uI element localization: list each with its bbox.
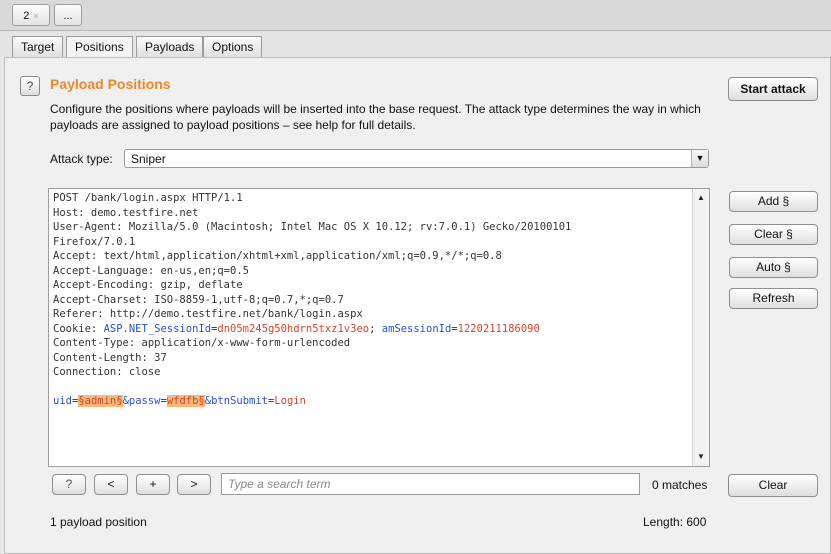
description: Configure the positions where payloads w… — [50, 102, 701, 132]
attack-type-value: Sniper — [131, 152, 166, 166]
start-attack-label: Start attack — [740, 82, 806, 96]
page-title: Payload Positions — [50, 76, 171, 92]
previous-icon: < — [107, 477, 115, 491]
request-line: Content-Length: 37 — [53, 351, 167, 364]
search-help-button[interactable]: ? — [52, 474, 86, 495]
refresh-label: Refresh — [752, 291, 795, 305]
request-text[interactable]: POST /bank/login.aspx HTTP/1.1 Host: dem… — [53, 191, 571, 409]
tab-options-label: Options — [212, 40, 254, 54]
next-match-button[interactable]: > — [177, 474, 211, 495]
search-input[interactable] — [221, 473, 640, 495]
param-name: uid — [53, 395, 72, 407]
attack-type-label: Attack type: — [50, 152, 113, 166]
add-marker-button[interactable]: Add § — [729, 191, 818, 212]
chevron-down-icon[interactable]: ▼ — [691, 150, 708, 167]
close-icon[interactable]: × — [33, 11, 38, 21]
help-icon: ? — [26, 79, 34, 93]
request-editor[interactable]: POST /bank/login.aspx HTTP/1.1 Host: dem… — [48, 188, 710, 467]
request-line: Accept-Language: en-us,en;q=0.5 — [53, 264, 249, 277]
sub-tab-bar: Target Positions Payloads Options — [0, 31, 831, 58]
request-line: Accept: text/html,application/xhtml+xml,… — [53, 250, 502, 262]
request-line: Content-Type: application/x-www-form-url… — [53, 337, 351, 349]
scroll-up-icon[interactable]: ▲ — [693, 191, 709, 205]
tab-target-label: Target — [21, 40, 55, 54]
tab-payloads[interactable]: Payloads — [136, 36, 204, 57]
tab-positions[interactable]: Positions — [66, 36, 133, 58]
request-line: Host: demo.testfire.net — [53, 206, 199, 219]
plus-icon: + — [149, 477, 157, 491]
request-line: Firefox/7.0.1 — [53, 235, 136, 248]
tab-more-label: ... — [63, 10, 73, 22]
refresh-button[interactable]: Refresh — [729, 288, 818, 309]
help-icon: ? — [65, 477, 73, 491]
request-line: Referer: http://demo.testfire.net/bank/l… — [53, 308, 363, 320]
tab-positions-label: Positions — [75, 40, 124, 54]
tab-more[interactable]: ... — [54, 4, 82, 26]
match-count: 0 matches — [652, 478, 708, 492]
tab-options[interactable]: Options — [203, 36, 263, 57]
request-line: Accept-Charset: ISO-8859-1,utf-8;q=0.7,*… — [53, 293, 344, 306]
param-name: &btnSubmit — [204, 395, 268, 407]
clear-search-label: Clear — [758, 478, 788, 492]
add-marker-label: Add § — [757, 194, 790, 208]
start-attack-button[interactable]: Start attack — [728, 77, 818, 101]
cookie-prefix: Cookie: — [53, 322, 104, 335]
request-line: POST /bank/login.aspx HTTP/1.1 — [53, 192, 243, 204]
payload-marker: wfdfb§ — [166, 395, 205, 407]
tab-2-label: 2 — [23, 10, 30, 22]
clear-markers-label: Clear § — [754, 227, 793, 241]
clear-markers-button[interactable]: Clear § — [729, 224, 818, 245]
top-tab-bar: 2 × ... — [0, 0, 831, 31]
tab-2[interactable]: 2 × — [12, 4, 50, 26]
tab-payloads-label: Payloads — [145, 40, 195, 54]
payload-marker: §admin§ — [78, 395, 123, 407]
tab-target[interactable]: Target — [12, 36, 64, 57]
request-length: Length: 600 — [643, 515, 707, 529]
param-value: Login — [274, 395, 306, 407]
auto-marker-button[interactable]: Auto § — [729, 257, 818, 278]
cookie-separator: ; — [369, 322, 382, 335]
help-button[interactable]: ? — [20, 76, 40, 96]
cookie-name: amSessionId — [381, 322, 452, 335]
attack-type-select[interactable]: Sniper ▼ — [124, 149, 709, 168]
auto-marker-label: Auto § — [756, 260, 791, 274]
next-icon: > — [190, 477, 198, 491]
cookie-value: dn05m245g50hdrn5txz1v3eo — [217, 322, 370, 335]
param-name: &passw — [122, 395, 161, 407]
clear-search-button[interactable]: Clear — [728, 474, 818, 497]
cookie-name: ASP.NET_SessionId — [103, 322, 212, 335]
request-line: User-Agent: Mozilla/5.0 (Macintosh; Inte… — [53, 221, 572, 233]
previous-match-button[interactable]: < — [94, 474, 128, 495]
request-line: Accept-Encoding: gzip, deflate — [53, 279, 243, 291]
vertical-scrollbar[interactable]: ▲ ▼ — [692, 189, 709, 466]
add-search-button[interactable]: + — [136, 474, 170, 495]
cookie-value: 1220211186090 — [457, 322, 540, 335]
scroll-down-icon[interactable]: ▼ — [693, 450, 709, 464]
payload-position-count: 1 payload position — [50, 515, 147, 529]
request-line: Connection: close — [53, 366, 161, 378]
